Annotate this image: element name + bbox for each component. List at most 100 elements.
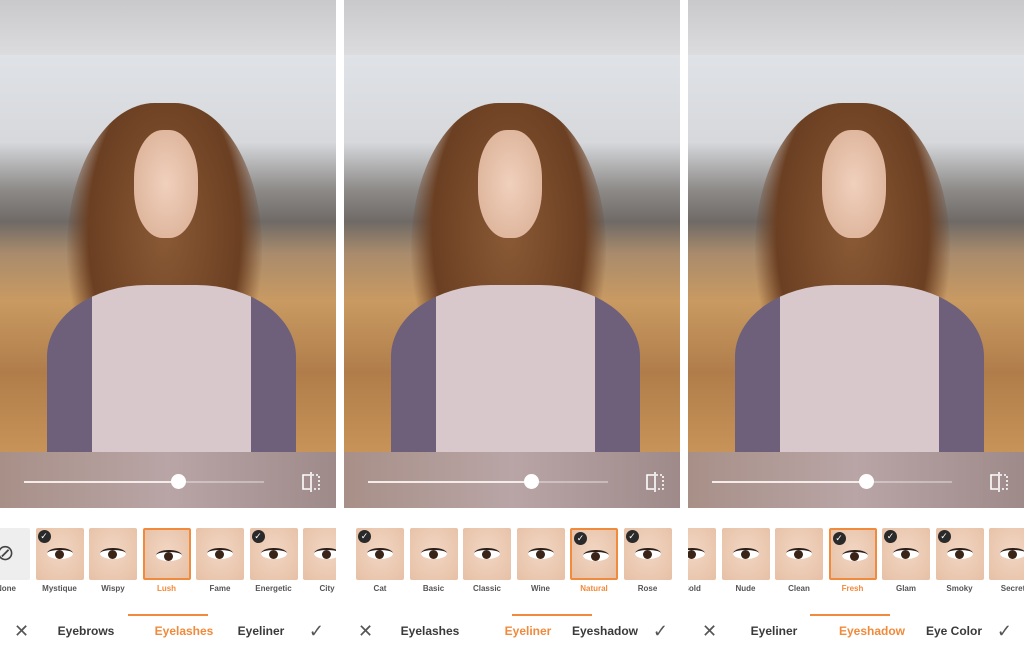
style-label: Lush <box>156 584 177 593</box>
style-carousel: ✓ Cat Basic Classic Wine ✓ Natural ✓ Rose <box>344 526 680 602</box>
style-option[interactable]: ✓ Rose <box>623 526 672 602</box>
close-icon[interactable]: ✕ <box>14 620 29 642</box>
style-label: Glam <box>895 584 916 593</box>
style-thumbnail[interactable] <box>303 528 336 580</box>
style-label: Mystique <box>42 584 77 593</box>
style-thumbnail[interactable]: ✓ <box>35 528 84 580</box>
style-thumbnail[interactable]: ✓ <box>570 528 618 580</box>
checkmark-icon[interactable]: ✓ <box>309 620 324 642</box>
style-thumbnail[interactable] <box>409 528 458 580</box>
checkmark-icon[interactable]: ✓ <box>653 620 668 642</box>
top-bar <box>344 0 680 55</box>
editor-panel: ✓ Cat Basic Classic Wine ✓ Natural ✓ Rose ✕ Eyelas… <box>344 0 680 660</box>
style-thumbnail[interactable]: ✓ <box>623 528 672 580</box>
close-icon[interactable]: ✕ <box>358 620 373 642</box>
style-thumbnail[interactable] <box>142 528 191 580</box>
style-thumbnail[interactable] <box>775 528 823 580</box>
style-option[interactable]: Bold <box>688 526 716 602</box>
style-option[interactable]: City <box>303 526 336 602</box>
style-thumbnail[interactable]: ✓ <box>356 528 404 580</box>
style-option[interactable]: Secret <box>989 526 1024 602</box>
compare-icon[interactable] <box>298 471 324 493</box>
photo-preview <box>0 55 336 452</box>
eye-preview <box>583 550 609 561</box>
style-option[interactable]: Lush <box>142 526 191 602</box>
slider-thumb[interactable] <box>524 474 540 489</box>
active-tab-indicator <box>810 614 890 616</box>
style-label: Secret <box>1000 584 1024 593</box>
tab-eyelashes[interactable]: Eyelashes <box>385 620 475 642</box>
style-option[interactable]: Fame <box>196 526 244 602</box>
tab-eyeshadow[interactable]: Eyeshadow <box>827 620 917 642</box>
style-option[interactable]: ✓ Fresh <box>828 526 877 602</box>
photo-preview <box>344 55 680 452</box>
style-option[interactable]: ✓ Cat <box>356 526 404 602</box>
style-option[interactable]: Basic <box>409 526 458 602</box>
style-option[interactable]: Wine <box>516 526 565 602</box>
slider-fill <box>368 481 532 483</box>
style-thumbnail[interactable]: ✓ <box>828 528 877 580</box>
body <box>47 285 296 452</box>
close-icon[interactable]: ✕ <box>702 620 717 642</box>
style-option[interactable]: Clean <box>775 526 823 602</box>
style-label: Rose <box>637 584 658 593</box>
checkmark-icon[interactable]: ✓ <box>997 620 1012 642</box>
style-thumbnail[interactable] <box>463 528 511 580</box>
top-bar <box>688 0 1024 55</box>
style-label: Fame <box>209 584 231 593</box>
eye-preview <box>634 548 661 559</box>
tab-eyeliner[interactable]: Eyeliner <box>729 620 819 642</box>
style-thumbnail[interactable]: ✓ <box>249 528 298 580</box>
check-badge-icon: ✓ <box>37 530 51 543</box>
category-tabs: ✕ Eyelashes Eyeliner Eyeshadow ✓ <box>344 620 680 644</box>
style-thumbnail[interactable] <box>688 528 716 580</box>
style-option[interactable]: ✓ Energetic <box>249 526 298 602</box>
slider-thumb[interactable] <box>858 474 874 489</box>
style-option[interactable]: ✓ Glam <box>882 526 930 602</box>
none-icon: ⊘ <box>0 540 15 565</box>
check-badge-icon: ✓ <box>358 530 371 543</box>
style-thumbnail[interactable]: ✓ <box>935 528 984 580</box>
style-thumbnail[interactable] <box>196 528 244 580</box>
check-badge-icon: ✓ <box>832 532 846 545</box>
style-thumbnail[interactable] <box>516 528 565 580</box>
style-label: City <box>319 584 335 593</box>
style-label: Fresh <box>841 584 864 593</box>
intensity-slider[interactable] <box>712 474 952 489</box>
style-thumbnail[interactable] <box>989 528 1024 580</box>
style-option[interactable]: Nude <box>721 526 770 602</box>
style-option[interactable]: ⊘None <box>0 526 30 602</box>
style-option[interactable]: Wispy <box>89 526 137 602</box>
style-thumbnail[interactable]: ✓ <box>882 528 930 580</box>
eye-preview <box>100 548 126 559</box>
style-option[interactable]: ✓ Mystique <box>35 526 84 602</box>
intensity-bar <box>344 452 680 508</box>
check-badge-icon: ✓ <box>937 530 951 543</box>
tab-eyeliner[interactable]: Eyeliner <box>216 620 306 642</box>
tab-eyeshadow[interactable]: Eyeshadow <box>560 620 650 642</box>
style-label: Energetic <box>255 584 292 593</box>
top-bar <box>0 0 336 55</box>
style-label: Cat <box>373 584 387 593</box>
active-tab-indicator <box>128 614 208 616</box>
eye-preview <box>155 550 182 561</box>
style-thumbnail[interactable]: ⊘ <box>0 528 30 580</box>
style-option[interactable]: Classic <box>463 526 511 602</box>
intensity-slider[interactable] <box>24 474 264 489</box>
body <box>391 285 640 452</box>
eye-preview <box>688 548 705 559</box>
style-label: Wispy <box>101 584 125 593</box>
tab-eyebrows[interactable]: Eyebrows <box>41 620 131 642</box>
intensity-slider[interactable] <box>368 474 608 489</box>
check-badge-icon: ✓ <box>625 530 639 543</box>
style-thumbnail[interactable] <box>89 528 137 580</box>
compare-icon[interactable] <box>986 471 1012 493</box>
style-option[interactable]: ✓ Natural <box>570 526 618 602</box>
tab-eye-color[interactable]: Eye Color <box>909 620 999 642</box>
compare-icon[interactable] <box>642 471 668 493</box>
style-thumbnail[interactable] <box>721 528 770 580</box>
style-option[interactable]: ✓ Smoky <box>935 526 984 602</box>
eye-preview <box>732 548 759 559</box>
slider-thumb[interactable] <box>170 474 186 489</box>
eye-preview <box>420 548 447 559</box>
